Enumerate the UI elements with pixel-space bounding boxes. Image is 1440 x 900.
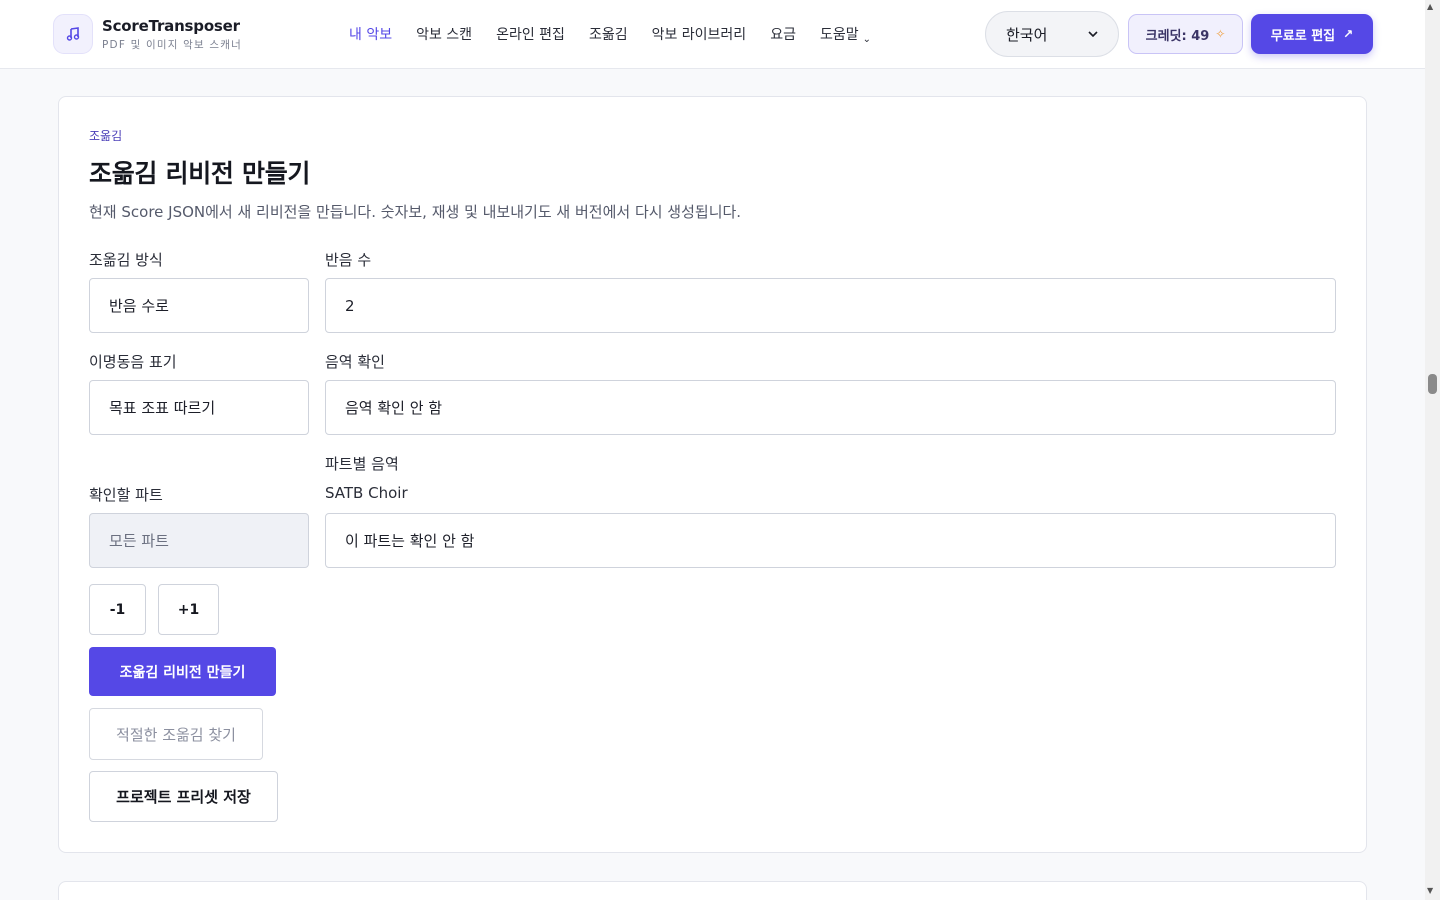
music-note-icon <box>66 27 80 41</box>
part-range-label: 파트별 음역 <box>325 455 399 473</box>
semitone-input[interactable]: 2 <box>325 278 1336 333</box>
scroll-up-arrow-icon[interactable]: ▲ <box>1427 2 1433 11</box>
nav-pricing[interactable]: 요금 <box>770 24 796 44</box>
method-select[interactable]: 반음 수로 <box>89 278 309 333</box>
section-eyebrow: 조옮김 <box>89 129 123 143</box>
enharmonic-select[interactable]: 목표 조표 따르기 <box>89 380 309 435</box>
brand-name[interactable]: ScoreTransposer <box>102 17 240 35</box>
section-description: 현재 Score JSON에서 새 리비전을 만듭니다. 숫자보, 재생 및 내… <box>89 203 742 221</box>
edit-free-button[interactable]: 무료로 편집 ↗ <box>1251 14 1373 54</box>
nav-score-scan[interactable]: 악보 스캔 <box>416 24 472 44</box>
range-check-label: 음역 확인 <box>325 353 385 371</box>
scrollbar-thumb[interactable] <box>1428 374 1437 394</box>
logo[interactable] <box>53 14 93 54</box>
enharmonic-label: 이명동음 표기 <box>89 353 177 371</box>
chevron-down-icon <box>1088 29 1098 40</box>
part-range-select[interactable]: 이 파트는 확인 안 함 <box>325 513 1336 568</box>
chevron-down-icon: ⌄ <box>862 34 871 45</box>
semitone-label: 반음 수 <box>325 251 372 269</box>
language-value: 한국어 <box>1006 25 1048 44</box>
arrow-up-right-icon: ↗ <box>1343 27 1354 41</box>
sparkle-icon: ✧ <box>1215 27 1226 41</box>
check-part-select[interactable]: 모든 파트 <box>89 513 309 568</box>
brand-subtitle: PDF 및 이미지 악보 스캐너 <box>102 39 242 51</box>
semitone-plus-button[interactable]: +1 <box>158 584 219 635</box>
nav-score-library[interactable]: 악보 라이브러리 <box>652 24 747 44</box>
semitone-minus-button[interactable]: -1 <box>89 584 146 635</box>
nav-help[interactable]: 도움말 ⌄ <box>819 24 871 45</box>
edit-free-label: 무료로 편집 <box>1270 28 1336 44</box>
credits-badge[interactable]: 크레딧: 49 ✧ <box>1128 14 1243 54</box>
check-part-label: 확인할 파트 <box>89 486 163 504</box>
page-scrollbar[interactable] <box>1425 0 1440 900</box>
credits-label: 크레딧: 49 <box>1145 28 1210 44</box>
main-nav: 내 악보 악보 스캔 온라인 편집 조옮김 악보 라이브러리 요금 도움말 ⌄ <box>349 24 895 45</box>
save-preset-button[interactable]: 프로젝트 프리셋 저장 <box>89 771 278 822</box>
next-card <box>58 881 1367 900</box>
nav-transpose[interactable]: 조옮김 <box>589 24 628 44</box>
method-label: 조옮김 방식 <box>89 251 163 269</box>
nav-online-edit[interactable]: 온라인 편집 <box>496 24 565 44</box>
language-select[interactable]: 한국어 <box>985 11 1119 57</box>
scroll-down-arrow-icon[interactable]: ▼ <box>1427 886 1433 895</box>
create-revision-button[interactable]: 조옮김 리비전 만들기 <box>89 647 276 696</box>
range-check-select[interactable]: 음역 확인 안 함 <box>325 380 1336 435</box>
nav-my-scores[interactable]: 내 악보 <box>349 24 392 44</box>
nav-help-label: 도움말 <box>819 27 859 43</box>
find-transpose-button[interactable]: 적절한 조옮김 찾기 <box>89 708 263 760</box>
part-name: SATB Choir <box>325 484 408 502</box>
section-title: 조옮김 리비전 만들기 <box>89 159 311 188</box>
